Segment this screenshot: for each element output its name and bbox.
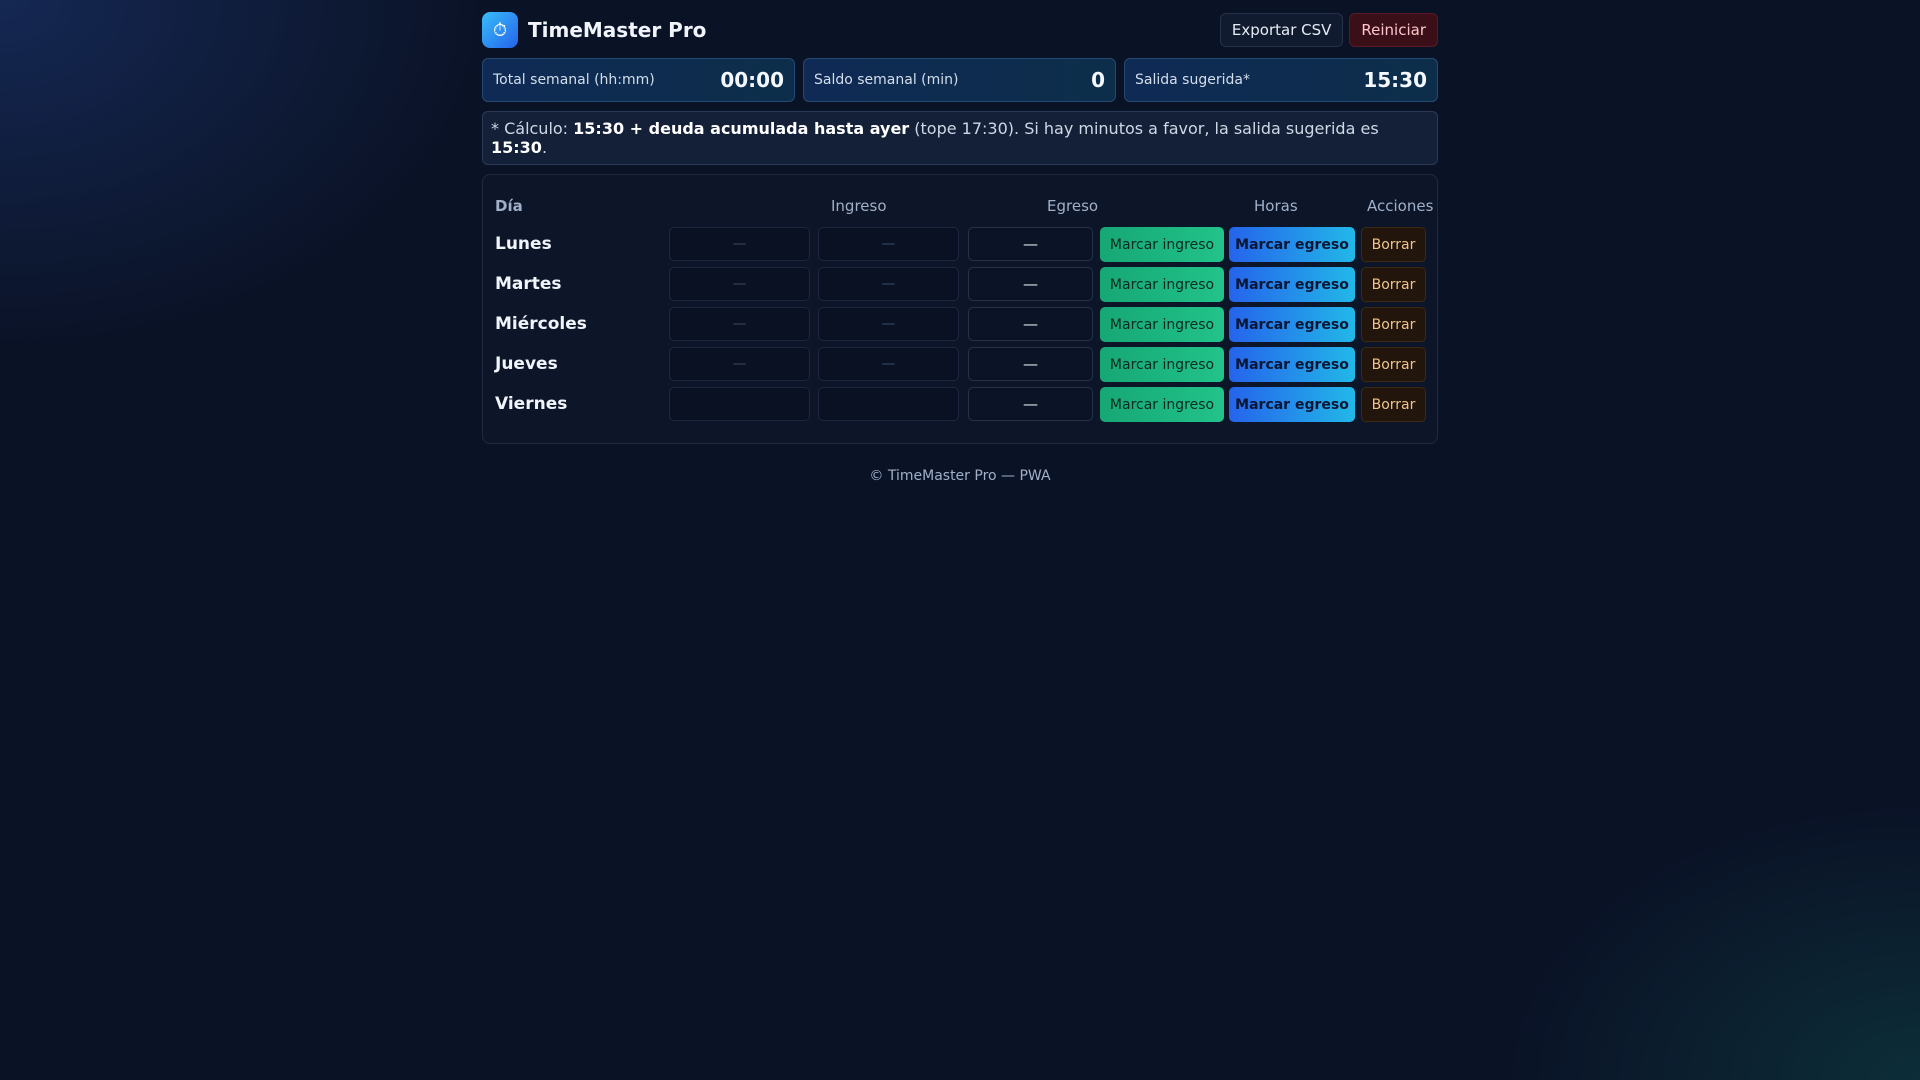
- calculation-note: * Cálculo: 15:30 + deuda acumulada hasta…: [482, 111, 1438, 165]
- mark-in-button[interactable]: Marcar ingreso: [1100, 347, 1224, 382]
- export-csv-button[interactable]: Exportar CSV: [1219, 13, 1344, 47]
- mark-out-button[interactable]: Marcar egreso: [1229, 347, 1355, 382]
- table-header: Día Ingreso Egreso Horas Acciones: [495, 185, 1433, 225]
- app-header: ⏱ TimeMaster Pro Exportar CSV Reiniciar: [482, 12, 1438, 48]
- mark-out-button[interactable]: Marcar egreso: [1229, 387, 1355, 422]
- delete-button[interactable]: Borrar: [1361, 227, 1426, 262]
- day-label: Lunes: [495, 234, 552, 254]
- day-label: Viernes: [495, 394, 568, 414]
- day-label: Jueves: [495, 354, 558, 374]
- table-row-jueves: Jueves — — — Marcar ingreso Marcar egres…: [495, 345, 1426, 385]
- header-actions: Exportar CSV Reiniciar: [1219, 13, 1438, 47]
- header-dia: Día: [495, 197, 523, 215]
- hours-value: —: [968, 387, 1093, 421]
- mark-out-button[interactable]: Marcar egreso: [1229, 227, 1355, 262]
- egreso-field[interactable]: —: [818, 227, 959, 261]
- stat-total-weekly: Total semanal (hh:mm) 00:00: [482, 58, 795, 102]
- delete-button[interactable]: Borrar: [1361, 347, 1426, 382]
- delete-button[interactable]: Borrar: [1361, 267, 1426, 302]
- header-acciones: Acciones: [1367, 197, 1434, 215]
- note-suffix: .: [541, 138, 548, 157]
- header-egreso: Egreso: [1047, 197, 1099, 215]
- delete-button[interactable]: Borrar: [1361, 387, 1426, 422]
- note-middle: (tope 17:30). Si hay minutos a favor, la…: [909, 119, 1379, 138]
- header-ingreso: Ingreso: [831, 197, 887, 215]
- mark-out-button[interactable]: Marcar egreso: [1229, 267, 1355, 302]
- table-row-martes: Martes — — — Marcar ingreso Marcar egres…: [495, 265, 1426, 305]
- stat-label: Saldo semanal (min): [814, 72, 959, 88]
- day-label: Martes: [495, 274, 562, 294]
- hours-value: —: [968, 227, 1093, 261]
- ingreso-field[interactable]: —: [669, 227, 810, 261]
- ingreso-field[interactable]: [669, 387, 810, 421]
- stat-value: 15:30: [1363, 68, 1427, 92]
- reset-button[interactable]: Reiniciar: [1349, 13, 1438, 47]
- brand: ⏱ TimeMaster Pro: [482, 12, 706, 48]
- mark-out-button[interactable]: Marcar egreso: [1229, 307, 1355, 342]
- header-horas: Horas: [1254, 197, 1298, 215]
- stat-suggested-exit: Salida sugerida* 15:30: [1124, 58, 1438, 102]
- mark-in-button[interactable]: Marcar ingreso: [1100, 387, 1224, 422]
- ingreso-field[interactable]: —: [669, 267, 810, 301]
- note-bold-time: 15:30: [491, 138, 542, 157]
- stat-weekly-balance: Saldo semanal (min) 0: [803, 58, 1116, 102]
- egreso-field[interactable]: —: [818, 307, 959, 341]
- week-table: Día Ingreso Egreso Horas Acciones Lunes …: [482, 174, 1438, 444]
- footer: © TimeMaster Pro — PWA: [869, 468, 1051, 484]
- note-bold-formula: 15:30 + deuda acumulada hasta ayer: [573, 119, 910, 138]
- egreso-field[interactable]: [818, 387, 959, 421]
- hours-value: —: [968, 347, 1093, 381]
- app-container: ⏱ TimeMaster Pro Exportar CSV Reiniciar …: [482, 12, 1438, 484]
- app-title: TimeMaster Pro: [528, 18, 707, 42]
- day-label: Miércoles: [495, 314, 587, 334]
- mark-in-button[interactable]: Marcar ingreso: [1100, 267, 1224, 302]
- stat-value: 0: [1091, 68, 1105, 92]
- stat-label: Total semanal (hh:mm): [493, 72, 655, 88]
- egreso-field[interactable]: —: [818, 347, 959, 381]
- mark-in-button[interactable]: Marcar ingreso: [1100, 307, 1224, 342]
- table-row-lunes: Lunes — — — Marcar ingreso Marcar egreso…: [495, 225, 1426, 265]
- mark-in-button[interactable]: Marcar ingreso: [1100, 227, 1224, 262]
- table-row-viernes: Viernes — Marcar ingreso Marcar egreso B…: [495, 385, 1426, 425]
- stopwatch-icon: ⏱: [482, 12, 518, 48]
- note-prefix: * Cálculo:: [491, 119, 574, 138]
- stat-value: 00:00: [720, 68, 784, 92]
- egreso-field[interactable]: —: [818, 267, 959, 301]
- ingreso-field[interactable]: —: [669, 307, 810, 341]
- ingreso-field[interactable]: —: [669, 347, 810, 381]
- hours-value: —: [968, 267, 1093, 301]
- stat-label: Salida sugerida*: [1135, 72, 1250, 88]
- stats-bar: Total semanal (hh:mm) 00:00 Saldo semana…: [482, 58, 1438, 102]
- delete-button[interactable]: Borrar: [1361, 307, 1426, 342]
- hours-value: —: [968, 307, 1093, 341]
- table-row-miercoles: Miércoles — — — Marcar ingreso Marcar eg…: [495, 305, 1426, 345]
